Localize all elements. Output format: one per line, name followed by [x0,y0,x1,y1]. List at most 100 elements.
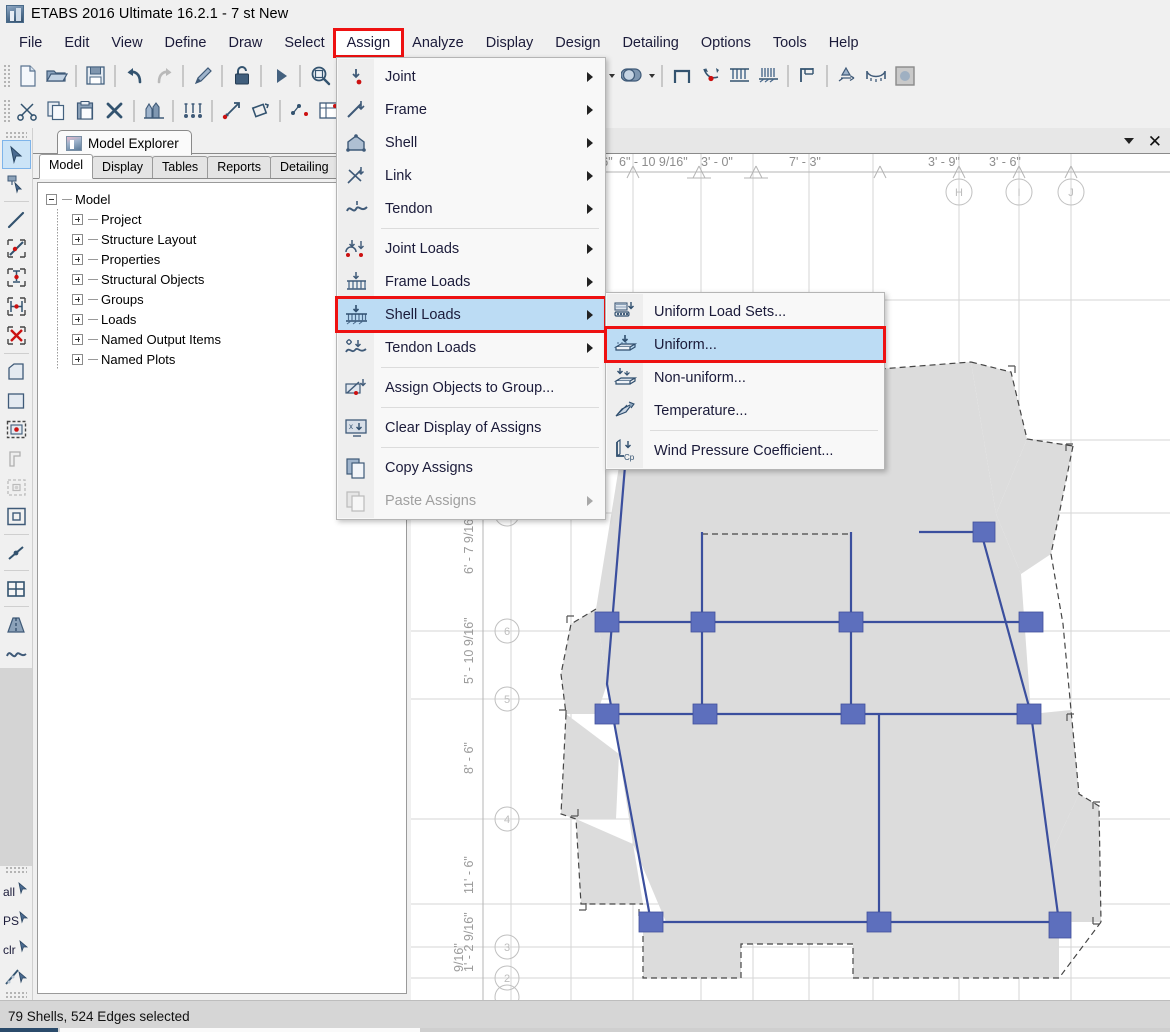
frame-loads-icon[interactable] [726,62,753,89]
display-options-icon[interactable] [891,62,918,89]
new-file-icon[interactable] [14,62,41,89]
draw-point-object-icon[interactable] [2,415,31,444]
menu-item-shell[interactable]: Shell [337,126,605,159]
expand-toggle-icon[interactable] [72,314,83,325]
rotate-object-icon[interactable] [247,97,274,124]
snap-points-icon[interactable] [286,97,313,124]
vtoolbar-grip-3[interactable] [5,991,27,998]
menu-detailing[interactable]: Detailing [611,31,689,55]
menu-define[interactable]: Define [154,31,218,55]
replicate-icon[interactable] [179,97,206,124]
menu-item-copy-assigns[interactable]: Copy Assigns [337,451,605,484]
menu-item-joint-loads[interactable]: Joint Loads [337,232,605,265]
shell-loads-icon[interactable] [755,62,782,89]
expand-toggle-icon[interactable] [72,254,83,265]
section-cut-icon[interactable] [794,62,821,89]
expand-toggle-icon[interactable] [72,234,83,245]
tab-tables[interactable]: Tables [152,156,208,178]
draw-diagonal-icon[interactable] [2,538,31,567]
expand-toggle-icon[interactable] [72,274,83,285]
object-shape-dropdown-caret[interactable] [646,62,657,89]
menu-item-assign-objects-to-group[interactable]: Assign Objects to Group... [337,371,605,404]
menu-help[interactable]: Help [818,31,870,55]
extrude-dropdown-caret[interactable] [606,62,617,89]
delete-x-icon[interactable] [101,97,128,124]
draw-curve-icon[interactable] [2,639,31,668]
submenu-item-non-uniform[interactable]: Non-uniform... [606,361,884,394]
move-points-icon[interactable] [218,97,245,124]
chevron-down-icon[interactable] [1124,138,1134,144]
support-icon[interactable] [833,62,860,89]
lock-icon[interactable] [228,62,255,89]
draw-grid-icon[interactable] [2,574,31,603]
vtoolbar-grip-2[interactable] [5,866,27,873]
menu-design[interactable]: Design [544,31,611,55]
menu-item-shell-loads[interactable]: Shell Loads [337,298,605,331]
tab-display[interactable]: Display [92,156,153,178]
open-folder-icon[interactable] [43,62,70,89]
draw-opening-icon[interactable] [2,473,31,502]
clear-selection-icon[interactable]: clr [2,933,31,962]
menu-item-clear-display-of-assigns[interactable]: x Clear Display of Assigns [337,411,605,444]
menu-item-tendon[interactable]: Tendon [337,192,605,225]
select-previous-icon[interactable] [2,169,31,198]
menu-options[interactable]: Options [690,31,762,55]
deselect-all-icon[interactable] [2,321,31,350]
tab-model[interactable]: Model [39,154,93,179]
submenu-item-temperature[interactable]: Temperature... [606,394,884,427]
cut-icon[interactable] [14,97,41,124]
expand-toggle-icon[interactable] [72,354,83,365]
submenu-item-uniform[interactable]: Uniform... [606,328,884,361]
copy-icon[interactable] [43,97,70,124]
draw-box-icon[interactable] [2,502,31,531]
menu-view[interactable]: View [100,31,153,55]
pointer-select-icon[interactable] [2,140,31,169]
joint-restraint-icon[interactable] [697,62,724,89]
redo-icon[interactable] [150,62,177,89]
menu-item-tendon-loads[interactable]: Tendon Loads [337,331,605,364]
select-by-line-icon[interactable] [2,234,31,263]
menu-display[interactable]: Display [475,31,545,55]
select-horizontal-icon[interactable] [2,292,31,321]
expand-toggle-icon[interactable] [72,334,83,345]
menu-edit[interactable]: Edit [53,31,100,55]
menu-item-frame-loads[interactable]: Frame Loads [337,265,605,298]
menu-draw[interactable]: Draw [217,31,273,55]
menu-item-link[interactable]: Link [337,159,605,192]
elevation-view-icon[interactable] [140,97,167,124]
menu-item-paste-assigns[interactable]: Paste Assigns [337,484,605,517]
draw-quad-area-icon[interactable] [2,357,31,386]
menu-tools[interactable]: Tools [762,31,818,55]
draw-wall-corner-icon[interactable] [2,444,31,473]
menu-assign[interactable]: Assign [336,31,402,55]
menu-select[interactable]: Select [273,31,335,55]
draw-rect-area-icon[interactable] [2,386,31,415]
menu-analyze[interactable]: Analyze [401,31,475,55]
submenu-item-wind-pressure-coefficient[interactable]: Cp Wind Pressure Coefficient... [606,434,884,467]
model-explorer-tab[interactable]: Model Explorer [57,130,192,155]
toolbar-grip[interactable] [3,64,11,88]
object-shape-icon[interactable] [618,62,645,89]
draw-line-icon[interactable] [2,205,31,234]
tab-detailing[interactable]: Detailing [270,156,339,178]
menu-item-frame[interactable]: Frame [337,93,605,126]
tab-reports[interactable]: Reports [207,156,271,178]
zoom-window-icon[interactable] [306,62,333,89]
expand-toggle-icon[interactable] [72,294,83,305]
submenu-item-uniform-load-sets[interactable]: Uniform Load Sets... [606,295,884,328]
collapse-toggle-icon[interactable] [46,194,57,205]
expand-toggle-icon[interactable] [72,214,83,225]
joint-pattern-icon[interactable] [862,62,889,89]
select-vertical-icon[interactable] [2,263,31,292]
toolbar-grip[interactable] [3,99,11,123]
paste-icon[interactable] [72,97,99,124]
edit-pencil-icon[interactable] [189,62,216,89]
run-analysis-icon[interactable] [267,62,294,89]
save-icon[interactable] [82,62,109,89]
undo-icon[interactable] [121,62,148,89]
menu-file[interactable]: File [8,31,53,55]
menu-item-joint[interactable]: Joint [337,60,605,93]
select-previous-selection-icon[interactable]: PS [2,904,31,933]
set-plan-view-icon[interactable] [668,62,695,89]
close-icon[interactable]: ✕ [1148,133,1162,150]
